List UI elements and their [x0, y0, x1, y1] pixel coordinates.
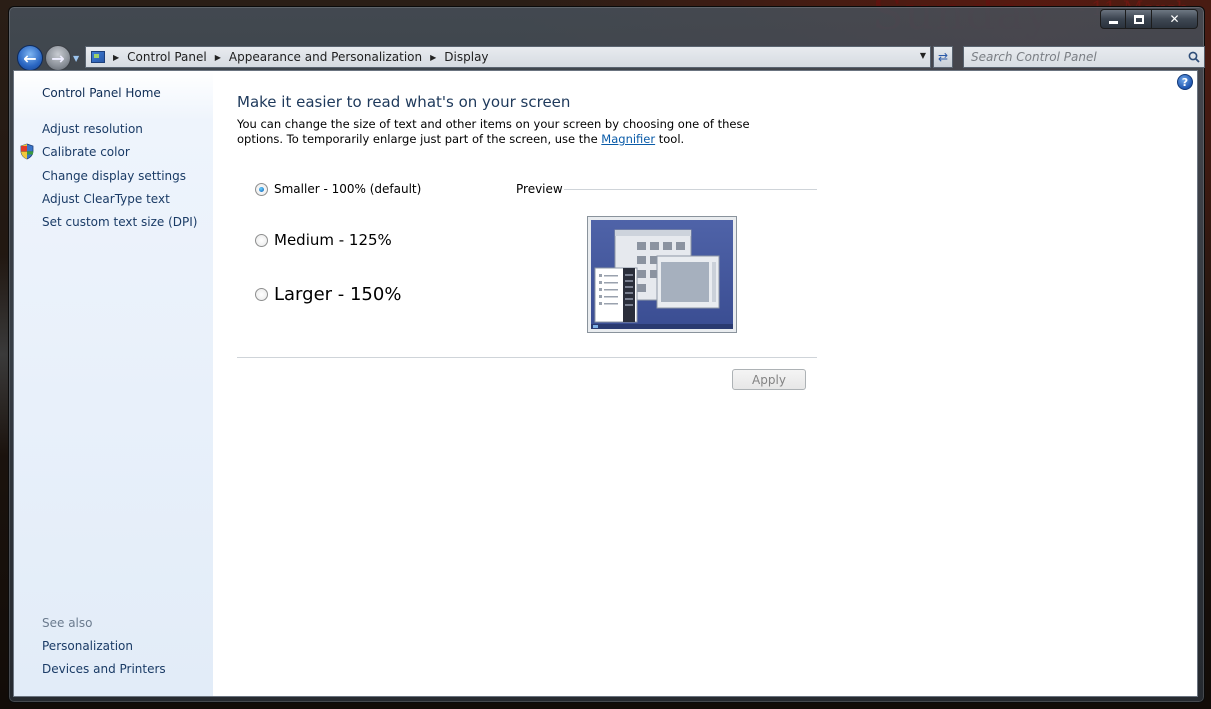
maximize-icon [1133, 14, 1144, 24]
content-divider [237, 357, 817, 358]
recent-pages-button[interactable]: ▼ [73, 54, 83, 64]
magnifier-link[interactable]: Magnifier [601, 132, 655, 146]
minimize-icon [1108, 20, 1118, 24]
refresh-icon: ⇄ [937, 50, 949, 64]
sidebar-item-adjust-resolution[interactable]: Adjust resolution [42, 122, 143, 136]
arrow-left-icon: ← [23, 48, 37, 68]
search-box [963, 46, 1205, 68]
help-icon[interactable]: ? [1177, 74, 1193, 90]
caption-buttons: ✕ [1100, 9, 1198, 29]
radio-medium[interactable] [255, 233, 268, 247]
chevron-down-icon[interactable]: ▼ [920, 51, 926, 60]
option-medium[interactable]: Medium - 125% [255, 231, 392, 249]
option-label: Larger - 150% [274, 284, 402, 305]
close-icon: ✕ [1169, 12, 1180, 26]
back-button[interactable]: ← [17, 45, 43, 71]
minimize-button[interactable] [1100, 9, 1126, 29]
description-text-end: tool. [655, 132, 685, 146]
see-also-label: See also [42, 616, 93, 630]
chevron-right-icon[interactable]: ▶ [215, 53, 221, 62]
option-larger[interactable]: Larger - 150% [255, 284, 401, 305]
search-input[interactable] [964, 47, 1184, 67]
radio-smaller[interactable] [255, 182, 268, 196]
sidebar-item-custom-text-size[interactable]: Set custom text size (DPI) [42, 215, 197, 229]
preview-label: Preview [516, 182, 563, 196]
preview-divider [564, 189, 817, 190]
close-button[interactable]: ✕ [1152, 9, 1198, 29]
search-icon[interactable] [1184, 47, 1204, 67]
main-content: Make it easier to read what's on your sc… [237, 71, 837, 696]
sidebar-item-personalization[interactable]: Personalization [42, 639, 133, 653]
navigation-bar: ← → ▼ ▶ Control Panel ▶ Appearance and P… [17, 43, 1205, 73]
shield-icon [20, 143, 34, 160]
sidebar-item-change-display-settings[interactable]: Change display settings [42, 169, 186, 183]
option-label: Smaller - 100% (default) [274, 182, 422, 196]
page-description: You can change the size of text and othe… [237, 117, 797, 147]
client-area: Control Panel Home Adjust resolution Cal… [13, 70, 1198, 697]
sidebar-item-adjust-cleartype[interactable]: Adjust ClearType text [42, 192, 170, 206]
sidebar: Control Panel Home Adjust resolution Cal… [14, 71, 213, 696]
option-label: Medium - 125% [274, 231, 392, 249]
apply-button[interactable]: Apply [732, 369, 806, 390]
breadcrumb-display[interactable]: Display [444, 50, 488, 64]
forward-button[interactable]: → [45, 45, 71, 71]
control-panel-icon [91, 51, 105, 63]
sidebar-item-calibrate-color[interactable]: Calibrate color [42, 145, 130, 159]
maximize-button[interactable] [1126, 9, 1152, 29]
breadcrumb-appearance[interactable]: Appearance and Personalization [229, 50, 422, 64]
page-title: Make it easier to read what's on your sc… [237, 93, 571, 111]
arrow-right-icon: → [51, 48, 65, 68]
chevron-right-icon[interactable]: ▶ [430, 53, 436, 62]
breadcrumb-control-panel[interactable]: Control Panel [127, 50, 207, 64]
address-bar[interactable]: ▶ Control Panel ▶ Appearance and Persona… [85, 46, 931, 68]
sidebar-item-devices-and-printers[interactable]: Devices and Printers [42, 662, 166, 676]
preview-image [587, 216, 737, 333]
refresh-button[interactable]: ⇄ [933, 46, 953, 68]
radio-larger[interactable] [255, 288, 268, 301]
chevron-down-icon: ▼ [73, 54, 80, 63]
option-smaller[interactable]: Smaller - 100% (default) [255, 182, 421, 196]
sidebar-item-control-panel-home[interactable]: Control Panel Home [42, 86, 161, 100]
chevron-right-icon[interactable]: ▶ [113, 53, 119, 62]
